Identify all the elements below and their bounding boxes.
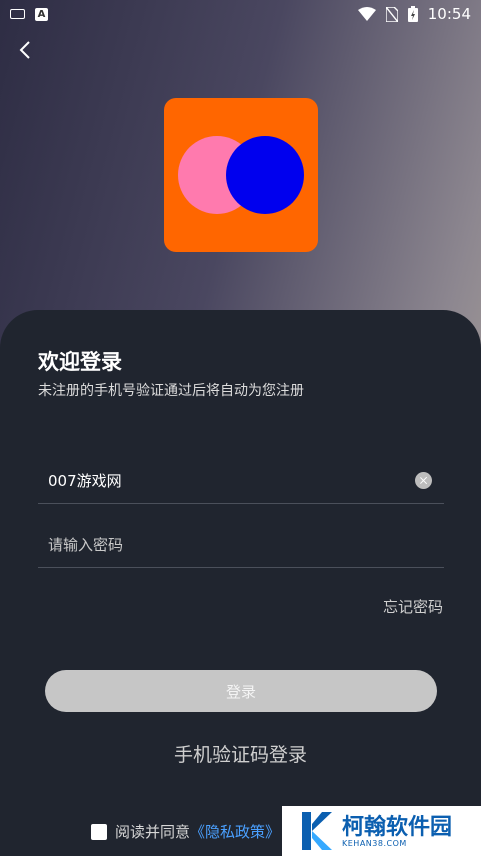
status-left: A <box>10 7 48 21</box>
status-bar: A 10:54 <box>0 0 481 28</box>
keyboard-icon <box>10 9 25 19</box>
login-button[interactable]: 登录 <box>45 670 437 712</box>
watermark-name: 柯翰软件园 <box>342 813 453 840</box>
watermark-k-icon <box>302 812 332 850</box>
status-time: 10:54 <box>427 5 471 23</box>
back-button[interactable] <box>14 36 38 64</box>
watermark-text: 柯翰软件园 KEHAN38.COM <box>342 815 452 848</box>
battery-charging-icon <box>407 6 418 22</box>
status-right: 10:54 <box>357 5 471 23</box>
forgot-password-link[interactable]: 忘记密码 <box>383 596 443 617</box>
watermark-url: KEHAN38.COM <box>342 838 407 848</box>
logo-blue-circle <box>226 136 304 214</box>
agree-checkbox[interactable] <box>91 823 107 840</box>
agreement-text: 阅读并同意 <box>115 823 191 841</box>
a-badge-icon: A <box>35 7 48 21</box>
wifi-icon <box>357 7 376 21</box>
welcome-title: 欢迎登录 <box>38 350 122 374</box>
privacy-policy-link[interactable]: 《隐私政策》 <box>190 821 280 842</box>
phone-field[interactable]: 007游戏网 <box>38 458 444 504</box>
password-field[interactable]: 请输入密码 <box>38 522 444 568</box>
clear-icon[interactable] <box>415 472 432 489</box>
password-placeholder[interactable]: 请输入密码 <box>48 534 123 555</box>
sms-login-link[interactable]: 手机验证码登录 <box>0 740 481 767</box>
phone-input-value[interactable]: 007游戏网 <box>48 470 122 491</box>
no-sim-icon <box>385 6 398 22</box>
watermark-logo: 柯翰软件园 KEHAN38.COM <box>282 806 481 856</box>
agreement-row: 阅读并同意 《隐私政策》 <box>91 821 280 842</box>
app-logo <box>164 98 318 252</box>
welcome-subtitle: 未注册的手机号验证通过后将自动为您注册 <box>38 383 304 399</box>
